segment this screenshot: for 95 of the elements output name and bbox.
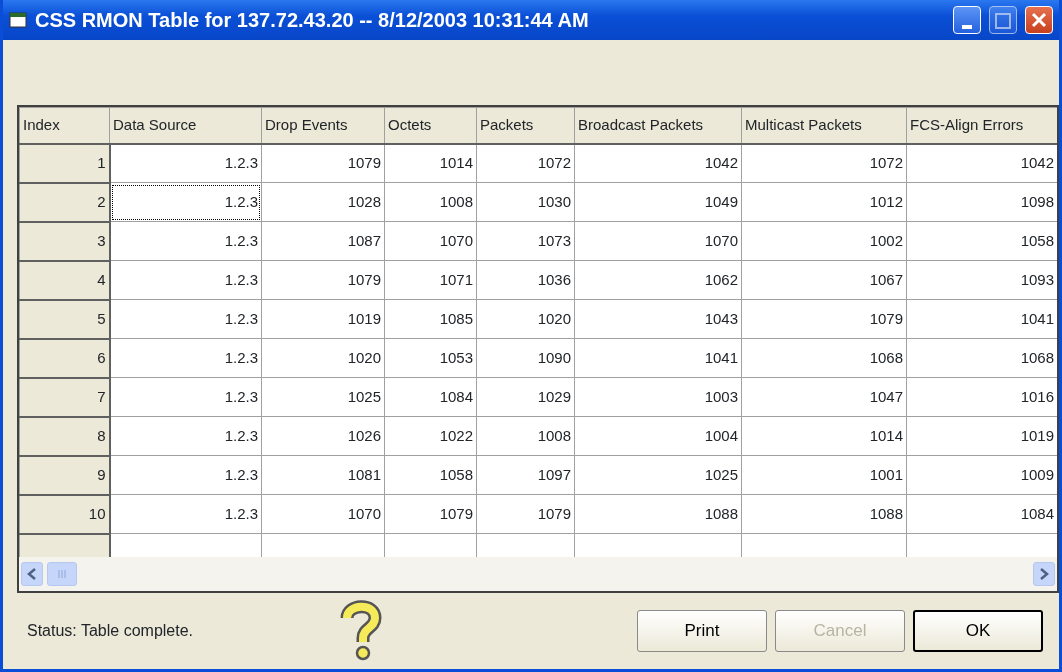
table-cell: 1079: [261, 260, 385, 300]
table-cell: 1025: [261, 377, 385, 417]
table-cell: 1019: [261, 299, 385, 339]
row-header[interactable]: 2: [19, 182, 110, 222]
row-header[interactable]: 7: [19, 377, 110, 417]
table-cell: 1029: [476, 377, 575, 417]
row-header[interactable]: 10: [19, 494, 110, 534]
table-cell: 1.2.3: [109, 416, 262, 456]
table-cell: 1067: [741, 260, 907, 300]
table-cell: 1008: [476, 416, 575, 456]
table-cell: 1071: [384, 260, 477, 300]
table-cell: 1088: [741, 494, 907, 534]
table-cell: 1041: [574, 338, 742, 378]
table-cell: 1025: [574, 455, 742, 495]
table-cell: 1002: [741, 221, 907, 261]
row-header[interactable]: 9: [19, 455, 110, 495]
column-header[interactable]: Index: [19, 107, 110, 144]
table-cell: 1070: [384, 221, 477, 261]
table-cell: 1058: [384, 455, 477, 495]
table-cell: 1.2.3: [109, 455, 262, 495]
table-cell: 1087: [261, 221, 385, 261]
row-header[interactable]: 6: [19, 338, 110, 378]
row-header[interactable]: 3: [19, 221, 110, 261]
table-cell: 1085: [384, 299, 477, 339]
column-header[interactable]: Broadcast Packets: [574, 107, 742, 144]
table-cell: 1068: [741, 338, 907, 378]
close-icon: [1031, 12, 1047, 28]
table-cell: 1008: [384, 182, 477, 222]
chevron-right-icon: [1039, 568, 1049, 580]
table-cell: 1.2.3: [109, 299, 262, 339]
table-cell: 1026: [261, 416, 385, 456]
table-cell: 1079: [384, 494, 477, 534]
table-cell: 1070: [574, 221, 742, 261]
row-header[interactable]: 5: [19, 299, 110, 339]
table-cell: 1012: [741, 182, 907, 222]
chevron-left-icon: [27, 568, 37, 580]
column-header[interactable]: Multicast Packets: [741, 107, 907, 144]
scroll-left-button[interactable]: [21, 562, 43, 586]
table-cell: 1062: [574, 260, 742, 300]
minimize-button[interactable]: [953, 6, 981, 34]
dialog-button[interactable]: Print: [637, 610, 767, 652]
table-cell: 1.2.3: [109, 338, 262, 378]
row-header[interactable]: 1: [19, 143, 110, 183]
table-cell: 1.2.3: [109, 260, 262, 300]
table-cell: 1047: [741, 377, 907, 417]
table-cell: 1022: [384, 416, 477, 456]
table-cell: 1.2.3: [109, 182, 262, 222]
table-cell: 1014: [384, 143, 477, 183]
table-cell: 1.2.3: [109, 221, 262, 261]
table-cell: 1001: [741, 455, 907, 495]
table-cell: 1079: [261, 143, 385, 183]
table-cell: 1020: [476, 299, 575, 339]
table-cell: 1004: [574, 416, 742, 456]
table-cell: 1072: [741, 143, 907, 183]
column-header[interactable]: Packets: [476, 107, 575, 144]
table-cell: 1042: [574, 143, 742, 183]
table-cell: 1049: [574, 182, 742, 222]
grip-icon: [57, 569, 67, 579]
table-cell: 1020: [261, 338, 385, 378]
table-cell: 1043: [574, 299, 742, 339]
table-cell: 1084: [384, 377, 477, 417]
window-title: CSS RMON Table for 137.72.43.20 -- 8/12/2003 10:31:44 AM: [35, 8, 590, 33]
table-cell: 1014: [741, 416, 907, 456]
scroll-thumb[interactable]: [47, 562, 77, 586]
status-text: Status: Table complete.: [27, 621, 195, 641]
table-cell: 1.2.3: [109, 494, 262, 534]
maximize-icon: [995, 13, 1011, 29]
row-header[interactable]: 4: [19, 260, 110, 300]
table-cell: 1028: [261, 182, 385, 222]
column-header[interactable]: FCS-Align Errors: [906, 107, 1057, 144]
column-header[interactable]: Drop Events: [261, 107, 385, 144]
table-cell: 1079: [476, 494, 575, 534]
table-cell: 1088: [574, 494, 742, 534]
minimize-icon: [962, 25, 972, 29]
table-cell: 1.2.3: [109, 377, 262, 417]
column-header[interactable]: Data Source: [109, 107, 262, 144]
table-cell: 1097: [476, 455, 575, 495]
dialog-button[interactable]: OK: [913, 610, 1043, 652]
column-header[interactable]: Octets: [384, 107, 477, 144]
scroll-right-button[interactable]: [1033, 562, 1055, 586]
table-cell: 1030: [476, 182, 575, 222]
table-cell: 1090: [476, 338, 575, 378]
table-cell: 1073: [476, 221, 575, 261]
table-cell: 1070: [261, 494, 385, 534]
table-cell: 1079: [741, 299, 907, 339]
table-cell: 1053: [384, 338, 477, 378]
row-header[interactable]: 8: [19, 416, 110, 456]
table-cell: 1081: [261, 455, 385, 495]
close-button[interactable]: [1025, 6, 1053, 34]
table-cell: 1003: [574, 377, 742, 417]
maximize-button[interactable]: [989, 6, 1017, 34]
table-cell: 1036: [476, 260, 575, 300]
table-cell: 1072: [476, 143, 575, 183]
app-icon: [9, 12, 27, 28]
table-cell: 1.2.3: [109, 143, 262, 183]
